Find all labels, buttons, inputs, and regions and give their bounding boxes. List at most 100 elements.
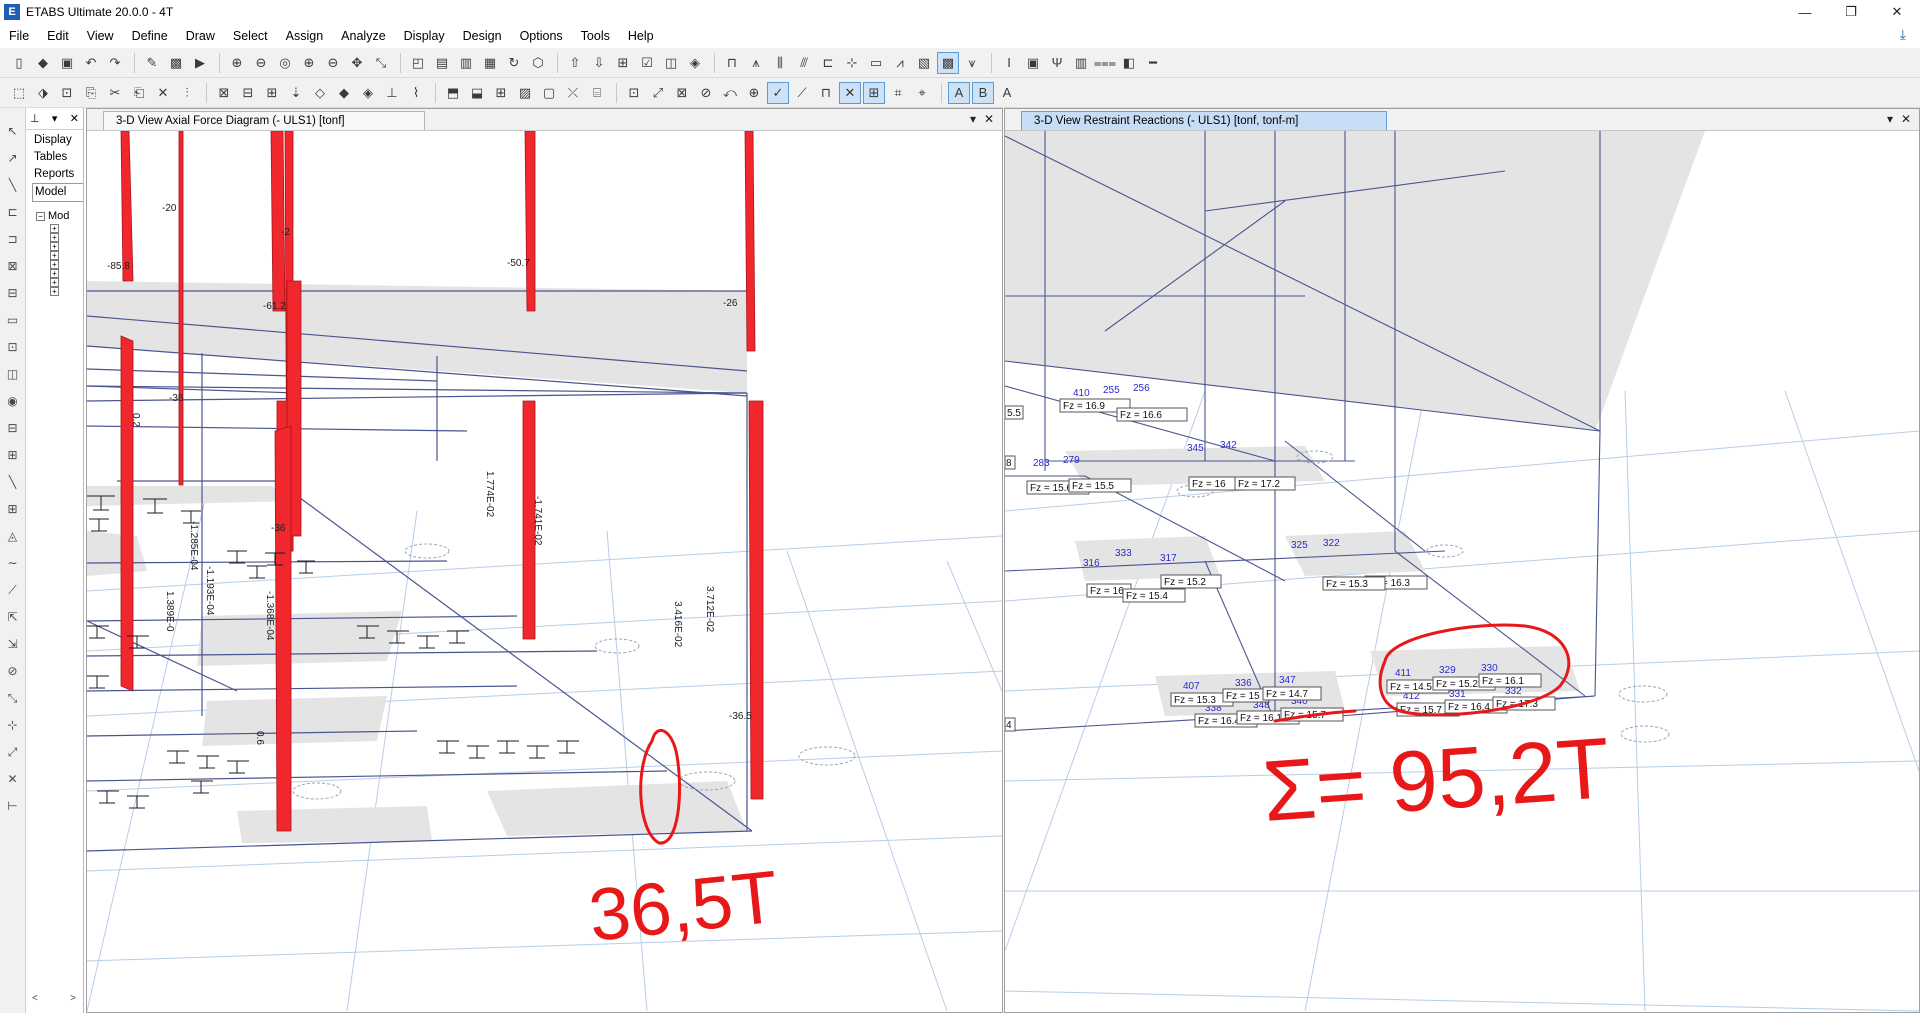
assign-spandrel-icon[interactable]: ◈: [357, 82, 379, 104]
lock-icon[interactable]: ▩: [165, 52, 187, 74]
snap-point-icon[interactable]: ✓: [767, 81, 789, 104]
snap-icon[interactable]: ⊡: [56, 82, 78, 104]
tree-node[interactable]: +: [50, 251, 82, 260]
draw-column-icon[interactable]: Ψ: [1046, 52, 1068, 74]
draw-opening-icon[interactable]: ⊡: [3, 336, 23, 358]
cut-icon[interactable]: ✂: [104, 82, 126, 104]
display-results-icon[interactable]: ▩: [937, 51, 959, 74]
select-window-icon[interactable]: ⊡: [623, 82, 645, 104]
tree-collapse-icon[interactable]: −: [36, 211, 45, 221]
draw-area-icon[interactable]: ◫: [3, 363, 23, 385]
pencil-icon[interactable]: ✎: [141, 52, 163, 74]
select-pointer-icon[interactable]: ⬚: [8, 82, 30, 104]
menu-analyze[interactable]: Analyze: [332, 24, 394, 48]
draw-ramp-icon[interactable]: ◬: [3, 525, 23, 547]
snap-line-icon[interactable]: ⟋: [791, 82, 813, 104]
zoom-window-icon[interactable]: ⊕: [226, 52, 248, 74]
axial-force-view-pane[interactable]: 3-D View Axial Force Diagram (- ULS1) [t…: [86, 108, 1003, 1013]
tab-restraint-reactions-view[interactable]: 3-D View Restraint Reactions (- ULS1) [t…: [1021, 111, 1387, 130]
assign-load-icon[interactable]: ⇣: [285, 82, 307, 104]
minimize-button[interactable]: —: [1782, 0, 1828, 24]
tree-expand-icon[interactable]: +: [50, 251, 59, 260]
run-icon[interactable]: ▶: [189, 52, 211, 74]
tree-expand-icon[interactable]: +: [50, 224, 59, 233]
draw-brace-icon[interactable]: ▥: [1070, 52, 1092, 74]
draw-section-icon[interactable]: ⊟: [3, 417, 23, 439]
select-clear-icon[interactable]: ⊠: [671, 82, 693, 104]
menu-define[interactable]: Define: [123, 24, 177, 48]
plan-view-icon[interactable]: ▤: [431, 52, 453, 74]
menu-select[interactable]: Select: [224, 24, 277, 48]
draw-wall-icon[interactable]: ⩶: [1094, 52, 1116, 74]
draw-link-icon[interactable]: ━: [1142, 52, 1164, 74]
snap-intersection-icon[interactable]: ⊓: [815, 82, 837, 104]
assign-spring-icon[interactable]: ⌇: [405, 82, 427, 104]
pin-icon[interactable]: ⊥: [30, 112, 40, 125]
tree-expand-icon[interactable]: +: [50, 260, 59, 269]
tree-root[interactable]: − Mod: [36, 208, 82, 224]
pane-dropdown-icon[interactable]: ▾: [1887, 112, 1893, 126]
draw-dimension-icon[interactable]: ╲: [3, 471, 23, 493]
grid-toggle-icon[interactable]: ⊞: [490, 82, 512, 104]
restraint-reactions-canvas[interactable]: 410 255 256 345 342 283 279 316 333 317 …: [1005, 131, 1919, 1012]
select-all-strip-icon[interactable]: ⇱: [3, 606, 23, 628]
restraint-reactions-view-pane[interactable]: 3-D View Restraint Reactions (- ULS1) [t…: [1004, 108, 1920, 1013]
display-area-icon[interactable]: ▭: [865, 52, 887, 74]
scroll-right-icon[interactable]: >: [70, 993, 76, 1009]
extrude-icon[interactable]: ◈: [684, 52, 706, 74]
tree-node[interactable]: +: [50, 224, 82, 233]
assign-restraint-icon[interactable]: ⊥: [381, 82, 403, 104]
select-invert-icon[interactable]: ⊘: [695, 82, 717, 104]
snap-joint-icon[interactable]: ⤡: [3, 687, 23, 709]
new-model-icon[interactable]: ▯: [8, 52, 30, 74]
close-button[interactable]: ✕: [1874, 0, 1920, 24]
snap-perp-strip-icon[interactable]: ✕: [3, 768, 23, 790]
rubber-band-icon[interactable]: ⤡: [370, 52, 392, 74]
tree-node[interactable]: +: [50, 260, 82, 269]
redo-icon[interactable]: ↷: [104, 52, 126, 74]
zoom-in-icon[interactable]: ⊕: [298, 52, 320, 74]
draw-floor-icon[interactable]: ◧: [1118, 52, 1140, 74]
text-b-icon[interactable]: B: [972, 81, 994, 104]
copy-icon[interactable]: ⎘: [80, 82, 102, 104]
paste-icon[interactable]: ⎗: [128, 82, 150, 104]
tree-expand-icon[interactable]: +: [50, 278, 59, 287]
deformed-shape-icon[interactable]: ⩚: [745, 52, 767, 74]
select-intersect-icon[interactable]: ⤢: [647, 82, 669, 104]
clear-selection-icon[interactable]: ⊘: [3, 660, 23, 682]
explorer-close-icon[interactable]: ✕: [70, 112, 79, 125]
menu-file[interactable]: File: [0, 24, 38, 48]
draw-brace-tool-icon[interactable]: ⊠: [3, 255, 23, 277]
move-up-icon[interactable]: ⇧: [564, 52, 586, 74]
assign-joint-icon[interactable]: ⊠: [213, 82, 235, 104]
snap-end-icon[interactable]: ⊹: [3, 714, 23, 736]
display-joint-icon[interactable]: ⊹: [841, 52, 863, 74]
label-toggle-icon[interactable]: ⌸: [586, 82, 608, 104]
draw-spring-icon[interactable]: ∼: [3, 552, 23, 574]
set-display-icon[interactable]: ◫: [660, 52, 682, 74]
menu-design[interactable]: Design: [454, 24, 511, 48]
pointer-icon[interactable]: ↖: [3, 120, 23, 142]
snap-grid-icon[interactable]: ⊞: [863, 81, 885, 104]
download-icon[interactable]: ⤓: [1900, 26, 1906, 43]
tree-node[interactable]: +: [50, 269, 82, 278]
menu-display[interactable]: Display: [395, 24, 454, 48]
snap-og-icon[interactable]: ⌖: [911, 82, 933, 104]
wireframe-icon[interactable]: ⬒: [442, 82, 464, 104]
text-c-icon[interactable]: A: [996, 82, 1018, 104]
save-icon[interactable]: ▣: [56, 52, 78, 74]
text-a-icon[interactable]: A: [948, 81, 970, 104]
axial-force-canvas[interactable]: -20 -85.8 -2 -50.7 -61.2 -26 -36 0.2 -1.…: [87, 131, 1002, 1012]
snap-middle-icon[interactable]: ⤢: [3, 741, 23, 763]
display-response-icon[interactable]: ▧: [913, 52, 935, 74]
scroll-left-icon[interactable]: <: [32, 993, 38, 1009]
open-icon[interactable]: ◆: [32, 52, 54, 74]
restore-button[interactable]: ❐: [1828, 0, 1874, 24]
snap-perpendicular-icon[interactable]: ✕: [839, 81, 861, 104]
move-down-icon[interactable]: ⇩: [588, 52, 610, 74]
draw-grid-icon[interactable]: ⊞: [3, 498, 23, 520]
pan-icon[interactable]: ✥: [346, 52, 368, 74]
menu-assign[interactable]: Assign: [277, 24, 333, 48]
menu-view[interactable]: View: [78, 24, 123, 48]
rotate-icon[interactable]: ↻: [503, 52, 525, 74]
